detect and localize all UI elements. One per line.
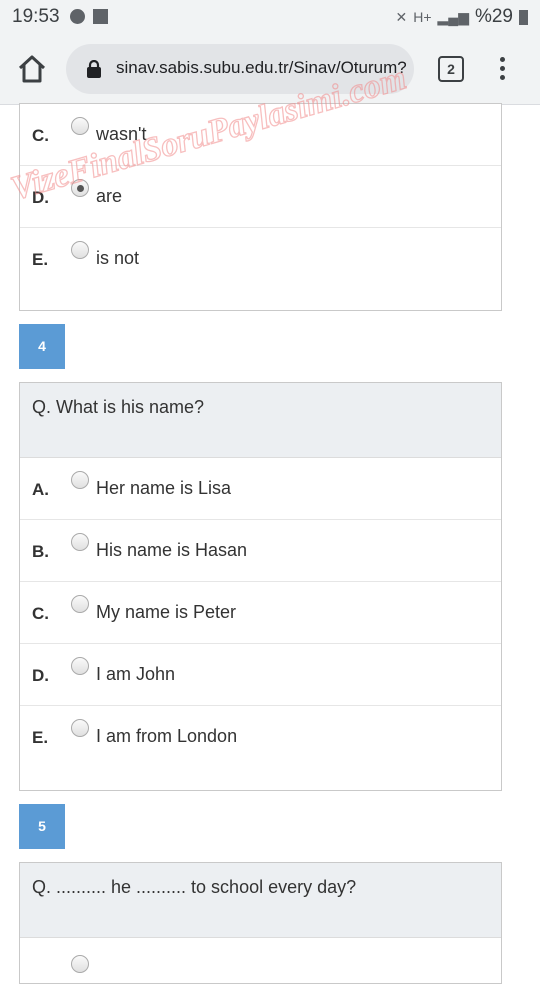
option-a[interactable]: A. Her name is Lisa — [20, 458, 501, 520]
question-5-card: Q. .......... he .......... to school ev… — [19, 862, 502, 984]
more-dot-icon — [499, 75, 505, 80]
radio-button[interactable] — [71, 533, 89, 551]
network-type-icon: H+ — [413, 9, 432, 25]
option-text: I am John — [96, 664, 176, 684]
tab-switcher-button[interactable]: 2 — [438, 56, 464, 82]
lock-icon — [87, 60, 101, 78]
option-e[interactable]: E. is not — [20, 228, 501, 312]
question-text: Q. .......... he .......... to school ev… — [32, 877, 357, 897]
option-e[interactable]: E. I am from London — [20, 706, 501, 790]
option-text: are — [96, 186, 123, 206]
question-3-card: C. wasn't D. are E. is not — [19, 103, 502, 311]
signal-icon: ▂▄▆ — [437, 8, 469, 25]
option-text: wasn't — [96, 124, 147, 144]
option-d[interactable]: D. I am John — [20, 644, 501, 706]
radio-button[interactable] — [71, 955, 89, 973]
music-notification-icon — [70, 9, 85, 24]
battery-icon — [519, 9, 528, 25]
question-4-card: Q. What is his name? A. Her name is Lisa… — [19, 382, 502, 791]
question-header: Q. .......... he .......... to school ev… — [20, 863, 501, 938]
option-letter: D. — [32, 188, 49, 207]
option-letter: C. — [32, 604, 49, 623]
option-text: I am from London — [96, 726, 238, 746]
battery-percent: %29 — [474, 6, 513, 27]
notification-icons — [70, 9, 108, 24]
option-text: My name is Peter — [96, 602, 237, 622]
radio-button[interactable] — [71, 471, 89, 489]
question-header: Q. What is his name? — [20, 383, 501, 458]
question-number-badge[interactable]: 4 — [19, 324, 65, 369]
radio-button[interactable] — [71, 719, 89, 737]
option-d[interactable]: D. are — [20, 166, 501, 228]
option-letter: A. — [32, 480, 49, 499]
browser-toolbar: sinav.sabis.subu.edu.tr/Sinav/Oturum? 2 — [0, 34, 540, 105]
url-text[interactable]: sinav.sabis.subu.edu.tr/Sinav/Oturum? — [116, 58, 406, 78]
radio-button[interactable] — [71, 117, 89, 135]
menu-button[interactable] — [492, 54, 512, 84]
clock: 19:53 — [12, 6, 60, 27]
option-letter: D. — [32, 666, 49, 685]
question-text: Q. What is his name? — [32, 397, 205, 417]
system-indicators: ✕ H+ ▂▄▆ %29 — [395, 6, 528, 28]
option-a[interactable] — [20, 938, 501, 999]
image-notification-icon — [93, 9, 108, 24]
home-icon — [18, 55, 46, 83]
radio-button[interactable] — [71, 241, 89, 259]
radio-button[interactable] — [71, 595, 89, 613]
more-dot-icon — [499, 66, 505, 71]
option-b[interactable]: B. His name is Hasan — [20, 520, 501, 582]
radio-button[interactable] — [71, 657, 89, 675]
option-letter: E. — [32, 728, 49, 747]
home-button[interactable] — [16, 54, 48, 84]
option-text: Her name is Lisa — [96, 478, 232, 498]
option-letter: E. — [32, 250, 49, 269]
option-c[interactable]: C. My name is Peter — [20, 582, 501, 644]
option-text: His name is Hasan — [96, 540, 248, 560]
address-bar[interactable]: sinav.sabis.subu.edu.tr/Sinav/Oturum? — [66, 44, 414, 94]
option-c[interactable]: C. wasn't — [20, 104, 501, 166]
option-letter: B. — [32, 542, 49, 561]
more-dot-icon — [499, 57, 505, 62]
status-bar: 19:53 ✕ H+ ▂▄▆ %29 — [0, 0, 540, 34]
option-text: is not — [96, 248, 140, 268]
option-letter: C. — [32, 126, 49, 145]
radio-button-selected[interactable] — [71, 179, 89, 197]
question-number-badge[interactable]: 5 — [19, 804, 65, 849]
mute-icon: ✕ — [395, 8, 408, 25]
